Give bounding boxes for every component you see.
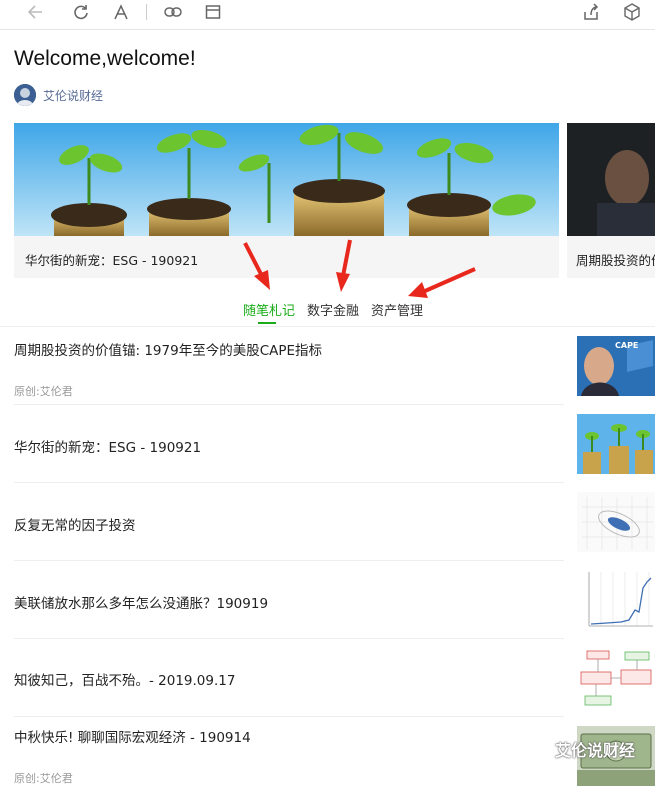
avatar[interactable] bbox=[14, 84, 36, 106]
author-name[interactable]: 艾伦说财经 bbox=[43, 87, 103, 104]
tab-digital-finance[interactable]: 数字金融 bbox=[307, 300, 359, 319]
browser-toolbar bbox=[0, 0, 655, 30]
banner-card-next[interactable]: 周期股投资的价 bbox=[567, 123, 655, 278]
list-item[interactable]: 知彼知己，百战不殆。- 2019.09.17 bbox=[14, 639, 655, 717]
line-chart-thumbnail bbox=[577, 570, 655, 630]
watermark: 艾伦说财经 bbox=[527, 738, 635, 760]
watermark-text: 艾伦说财经 bbox=[555, 741, 636, 760]
item-title: 中秋快乐! 聊聊国际宏观经济 - 190914 bbox=[14, 730, 251, 746]
coins-thumbnail bbox=[577, 414, 655, 474]
refresh-icon[interactable] bbox=[68, 0, 94, 24]
link-icon[interactable] bbox=[160, 0, 186, 24]
list-item[interactable]: 反复无常的因子投资 bbox=[14, 483, 655, 561]
wechat-icon bbox=[527, 740, 549, 758]
list-item[interactable]: 美联储放水那么多年怎么没通胀？190919 bbox=[14, 561, 655, 639]
item-title: 美联储放水那么多年怎么没通胀？190919 bbox=[14, 596, 269, 612]
cape-thumbnail: CAPE bbox=[577, 336, 655, 396]
banner-card[interactable]: 华尔街的新宠：ESG - 190921 bbox=[14, 123, 559, 278]
author-row[interactable]: 艾伦说财经 bbox=[14, 84, 103, 106]
item-title: 周期股投资的价值锚: 1979年至今的美股CAPE指标 bbox=[14, 343, 323, 359]
toolbar-divider bbox=[146, 4, 147, 20]
flowchart-thumbnail bbox=[577, 648, 655, 708]
banner-caption: 华尔街的新宠：ESG - 190921 bbox=[25, 253, 199, 268]
coins-sprouts-image bbox=[14, 123, 559, 236]
thumb-label: CAPE bbox=[615, 341, 639, 350]
active-tab-indicator bbox=[258, 322, 276, 324]
window-icon[interactable] bbox=[200, 0, 226, 24]
banner-image-next bbox=[567, 123, 655, 236]
tab-suibi[interactable]: 随笔札记 bbox=[243, 300, 295, 319]
cube-icon[interactable] bbox=[619, 0, 645, 24]
list-item[interactable]: 周期股投资的价值锚: 1979年至今的美股CAPE指标 原创:艾伦君 CAPE bbox=[14, 327, 655, 405]
scatter-thumbnail bbox=[577, 492, 655, 552]
page-title: Welcome,welcome! bbox=[14, 47, 196, 70]
share-icon[interactable] bbox=[578, 0, 604, 24]
tab-asset-management[interactable]: 资产管理 bbox=[371, 300, 423, 319]
category-tabs: 随笔札记 数字金融 资产管理 bbox=[0, 296, 655, 326]
item-title: 知彼知己，百战不殆。- 2019.09.17 bbox=[14, 673, 236, 689]
item-title: 反复无常的因子投资 bbox=[14, 518, 136, 534]
banner-caption-next: 周期股投资的价 bbox=[576, 253, 655, 268]
item-title: 华尔街的新宠：ESG - 190921 bbox=[14, 440, 202, 456]
back-arrow-icon[interactable] bbox=[22, 0, 48, 24]
font-size-icon[interactable] bbox=[108, 0, 134, 24]
item-meta: 原创:艾伦君 bbox=[14, 385, 73, 398]
item-meta: 原创:艾伦君 bbox=[14, 772, 73, 785]
list-item[interactable]: 华尔街的新宠：ESG - 190921 bbox=[14, 405, 655, 483]
